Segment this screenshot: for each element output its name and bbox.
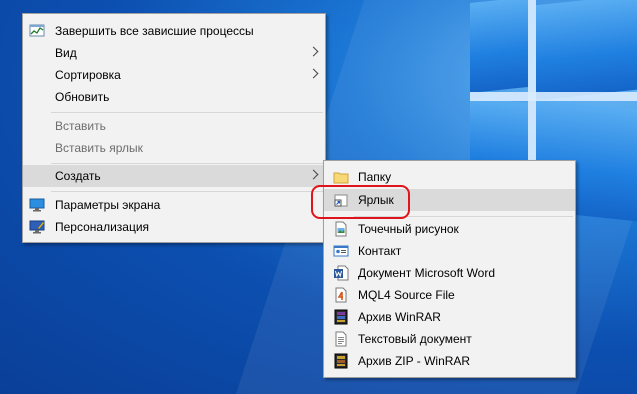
menu-item-label: Вид xyxy=(55,46,77,60)
menu-item-display-settings[interactable]: Параметры экрана xyxy=(23,194,325,216)
task-manager-icon xyxy=(29,23,45,39)
chevron-right-icon xyxy=(308,46,319,57)
desktop-context-menu: Завершить все зависшие процессы Вид Сорт… xyxy=(22,13,326,243)
menu-item-label: Персонализация xyxy=(55,220,150,234)
folder-icon xyxy=(333,169,349,185)
menu-item-label: Обновить xyxy=(55,90,110,104)
winrar-zip-icon xyxy=(333,353,349,369)
submenu-item-mql4-source[interactable]: MQL4 Source File xyxy=(324,284,575,306)
menu-item-refresh[interactable]: Обновить xyxy=(23,86,325,108)
chevron-right-icon xyxy=(308,169,319,180)
submenu-item-winrar-archive[interactable]: Архив WinRAR xyxy=(324,306,575,328)
submenu-item-label: Документ Microsoft Word xyxy=(358,266,496,280)
submenu-item-winrar-zip[interactable]: Архив ZIP - WinRAR xyxy=(324,350,575,372)
contact-card-icon xyxy=(333,243,349,259)
menu-item-label: Сортировка xyxy=(55,68,121,82)
menu-item-paste[interactable]: Вставить xyxy=(23,115,325,137)
winrar-archive-icon xyxy=(333,309,349,325)
annotation-highlight-ring xyxy=(311,185,410,219)
menu-item-label: Вставить xyxy=(55,119,106,133)
submenu-item-label: Архив ZIP - WinRAR xyxy=(358,354,471,368)
display-settings-icon xyxy=(29,197,45,213)
menu-item-label: Завершить все зависшие процессы xyxy=(55,24,254,38)
text-document-icon xyxy=(333,331,349,347)
menu-item-paste-shortcut[interactable]: Вставить ярлык xyxy=(23,137,325,159)
submenu-item-contact[interactable]: Контакт xyxy=(324,240,575,262)
menu-item-label: Вставить ярлык xyxy=(55,141,143,155)
word-document-icon xyxy=(333,265,349,281)
menu-separator xyxy=(51,163,323,164)
menu-item-view[interactable]: Вид xyxy=(23,42,325,64)
submenu-item-word-document[interactable]: Документ Microsoft Word xyxy=(324,262,575,284)
submenu-item-label: Точечный рисунок xyxy=(358,222,459,236)
menu-item-end-hung-processes[interactable]: Завершить все зависшие процессы xyxy=(23,20,325,42)
personalization-icon xyxy=(29,219,45,235)
submenu-item-label: Архив WinRAR xyxy=(358,310,441,324)
windows-logo-pane-top-left xyxy=(470,0,528,94)
menu-item-new[interactable]: Создать xyxy=(23,165,325,187)
windows-logo-pane-top-right xyxy=(536,0,637,101)
submenu-item-text-document[interactable]: Текстовый документ xyxy=(324,328,575,350)
menu-item-sort[interactable]: Сортировка xyxy=(23,64,325,86)
menu-separator xyxy=(51,191,323,192)
chevron-right-icon xyxy=(308,68,319,79)
submenu-item-label: MQL4 Source File xyxy=(358,288,455,302)
menu-item-personalization[interactable]: Персонализация xyxy=(23,216,325,238)
bitmap-icon xyxy=(333,221,349,237)
submenu-item-bitmap[interactable]: Точечный рисунок xyxy=(324,218,575,240)
menu-item-label: Параметры экрана xyxy=(55,198,161,212)
menu-item-label: Создать xyxy=(55,169,101,183)
submenu-item-label: Контакт xyxy=(358,244,402,258)
menu-separator xyxy=(51,112,323,113)
submenu-item-label: Текстовый документ xyxy=(358,332,472,346)
mql4-file-icon xyxy=(333,287,349,303)
